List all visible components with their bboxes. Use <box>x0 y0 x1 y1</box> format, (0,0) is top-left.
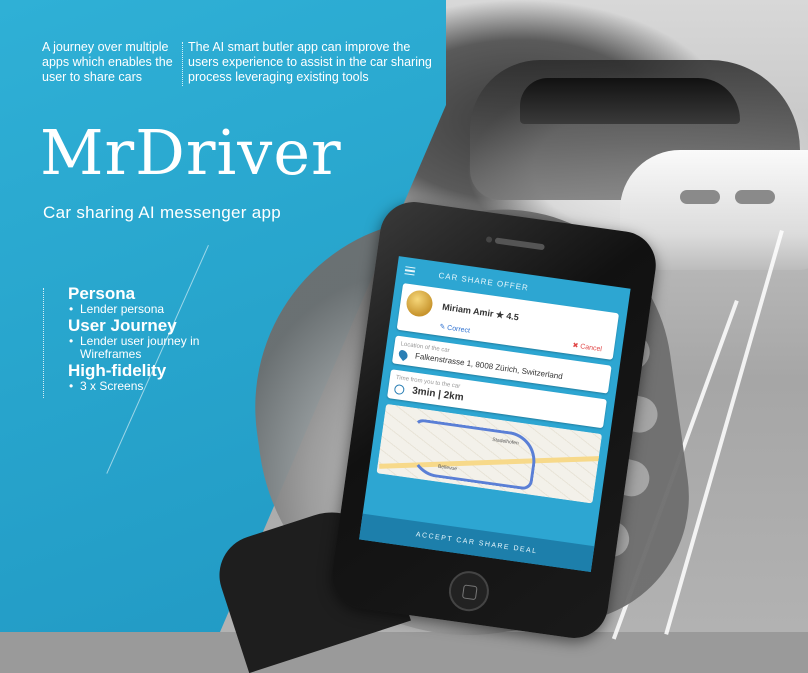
section-item: Lender user journey in Wireframes <box>68 335 215 361</box>
parked-car-window <box>520 78 740 124</box>
correct-button[interactable]: ✎ Correct <box>439 323 471 335</box>
section-title-persona: Persona <box>68 284 136 303</box>
section-title-user-journey: User Journey <box>68 316 177 335</box>
section-item: 3 x Screens <box>68 380 215 394</box>
app-header-title: CAR SHARE OFFER <box>438 270 530 293</box>
intro-separator <box>182 42 183 86</box>
speaker-grille <box>494 237 545 251</box>
smartphone: CAR SHARE OFFER Miriam Amir ★ 4.5 ✎ Corr… <box>327 197 661 643</box>
location-pin-icon <box>396 348 410 362</box>
intro-text-right: The AI smart butler app can improve the … <box>188 40 432 84</box>
clock-icon <box>393 383 406 395</box>
cancel-button[interactable]: ✖ Cancel <box>572 341 602 353</box>
section-title-high-fidelity: High-fidelity <box>68 361 167 380</box>
deliverables-list: Persona Lender persona User Journey Lend… <box>68 284 215 393</box>
profile-name: Miriam Amir ★ 4.5 <box>441 301 520 322</box>
page-subtitle: Car sharing AI messenger app <box>43 203 282 222</box>
car-headlight <box>735 190 775 204</box>
avatar <box>404 288 435 319</box>
car-headlight <box>680 190 720 204</box>
camera-icon <box>485 236 493 243</box>
sections-separator <box>43 288 44 398</box>
menu-icon[interactable] <box>404 264 416 278</box>
intro-text-left: A journey over multiple apps which enabl… <box>42 40 173 84</box>
section-item: Lender persona <box>68 303 215 317</box>
map-route <box>406 417 540 491</box>
home-button[interactable] <box>446 568 492 614</box>
page-title: MrDriver <box>40 116 342 189</box>
app-screen: CAR SHARE OFFER Miriam Amir ★ 4.5 ✎ Corr… <box>359 256 631 572</box>
accept-deal-button[interactable]: ACCEPT CAR SHARE DEAL <box>359 513 595 572</box>
